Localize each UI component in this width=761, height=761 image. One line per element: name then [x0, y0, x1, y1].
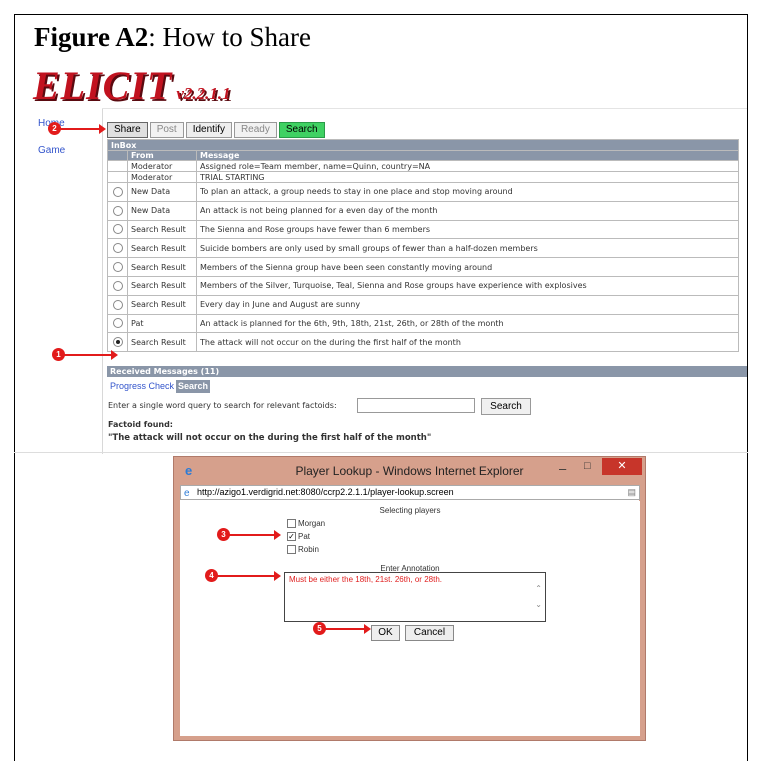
step-arrow-4: [217, 571, 281, 581]
row-radio[interactable]: [112, 243, 123, 254]
minimize-icon[interactable]: –: [559, 461, 566, 476]
row-message: Assigned role=Team member, name=Quinn, c…: [196, 160, 739, 172]
ie-page-icon: e: [184, 488, 190, 499]
content-divider: [102, 108, 103, 454]
address-bar[interactable]: e http://azigo1.verdigrid.net:8080/ccrp2…: [180, 485, 640, 500]
post-tab[interactable]: Post: [149, 122, 184, 138]
row-message: Every day in June and August are sunny: [196, 294, 739, 315]
row-message: The attack will not occur on the during …: [196, 332, 739, 353]
row-radio-selected[interactable]: [112, 337, 123, 348]
row-radio[interactable]: [112, 299, 123, 310]
player-checkbox-checked[interactable]: ✓: [287, 532, 296, 542]
row-from: Search Result: [127, 332, 197, 353]
content-top-divider: [102, 108, 747, 109]
scroll-down-icon[interactable]: ⌄: [535, 600, 542, 609]
row-message: Members of the Silver, Turquoise, Teal, …: [196, 275, 739, 296]
row-message: To plan an attack, a group needs to stay…: [196, 182, 739, 202]
row-from: Moderator: [127, 160, 197, 172]
action-tabs: Share Post Identify Ready Search: [107, 122, 325, 138]
selecting-players-label: Selecting players: [379, 506, 441, 515]
row-radio[interactable]: [112, 205, 123, 216]
sub-tabs: Progress Check Search: [108, 380, 211, 393]
figure-title: Figure A2: How to Share: [34, 22, 311, 52]
search-tab[interactable]: Search: [278, 122, 325, 138]
ok-button[interactable]: OK: [371, 625, 400, 641]
identify-tab[interactable]: Identify: [185, 122, 232, 138]
row-from: Moderator: [127, 171, 197, 183]
row-radio[interactable]: [112, 224, 123, 235]
table-row: New Data An attack is not being planned …: [107, 200, 739, 221]
row-message: TRIAL STARTING: [196, 171, 739, 183]
scroll-up-icon[interactable]: ⌃: [535, 584, 542, 593]
row-message: Suicide bombers are only used by small g…: [196, 238, 739, 259]
row-message: An attack is planned for the 6th, 9th, 1…: [196, 313, 739, 334]
row-from: New Data: [127, 182, 197, 202]
row-from: Search Result: [127, 275, 197, 296]
row-radio[interactable]: [112, 262, 123, 273]
step-arrow-3: [229, 530, 281, 540]
factoid-label: Factoid found:: [108, 420, 174, 429]
radio-column-header: [107, 150, 128, 161]
table-row: Moderator Assigned role=Team member, nam…: [107, 160, 739, 172]
table-row: Search Result Members of the Silver, Tur…: [107, 275, 739, 296]
row-message: An attack is not being planned for a eve…: [196, 200, 739, 221]
step-arrow-1: [64, 350, 118, 360]
close-icon[interactable]: ✕: [602, 458, 642, 475]
window-titlebar[interactable]: e Player Lookup - Windows Internet Explo…: [174, 457, 645, 485]
address-url: http://azigo1.verdigrid.net:8080/ccrp2.2…: [197, 487, 454, 497]
elicit-logo: ELICIT v2.2.1.1: [33, 63, 231, 108]
from-column-header: From: [127, 150, 197, 161]
query-prompt: Enter a single word query to search for …: [108, 401, 337, 410]
message-column-header: Message: [196, 150, 739, 161]
search-subtab[interactable]: Search: [176, 380, 211, 393]
player-option-morgan[interactable]: Morgan: [287, 519, 325, 529]
inbox-table: InBox From Message Moderator Assigned ro…: [107, 139, 739, 353]
player-checkbox[interactable]: [287, 519, 296, 529]
row-from: Search Result: [127, 219, 197, 240]
received-messages-header: Received Messages (11): [107, 366, 747, 377]
row-from: New Data: [127, 200, 197, 221]
player-option-pat[interactable]: ✓ Pat: [287, 532, 310, 542]
row-message: The Sienna and Rose groups have fewer th…: [196, 219, 739, 240]
section-separator: [14, 452, 748, 453]
table-row: Search Result The Sienna and Rose groups…: [107, 219, 739, 240]
inbox-title: InBox: [107, 139, 739, 151]
player-option-robin[interactable]: Robin: [287, 545, 319, 555]
table-row-selected: Search Result The attack will not occur …: [107, 332, 739, 353]
row-radio[interactable]: [112, 186, 123, 197]
factoid-text: "The attack will not occur on the during…: [108, 433, 432, 443]
page-icon: ▤: [627, 487, 636, 497]
row-radio[interactable]: [112, 318, 123, 329]
annotation-textarea[interactable]: Must be either the 18th, 21st. 26th, or …: [284, 572, 546, 622]
row-from: Search Result: [127, 238, 197, 259]
step-arrow-2: [60, 124, 106, 134]
row-from: Pat: [127, 313, 197, 334]
window-title: Player Lookup - Windows Internet Explore…: [295, 464, 524, 478]
row-from: Search Result: [127, 257, 197, 277]
progress-check-tab[interactable]: Progress Check: [108, 380, 176, 393]
table-row: New Data To plan an attack, a group need…: [107, 182, 739, 202]
table-row: Moderator TRIAL STARTING: [107, 171, 739, 183]
query-search-button[interactable]: Search: [481, 398, 531, 415]
row-from: Search Result: [127, 294, 197, 315]
step-arrow-5: [325, 624, 371, 634]
ready-tab[interactable]: Ready: [233, 122, 277, 138]
row-message: Members of the Sienna group have been se…: [196, 257, 739, 277]
cancel-button[interactable]: Cancel: [405, 625, 454, 641]
table-row: Search Result Members of the Sienna grou…: [107, 257, 739, 277]
nav-game-link[interactable]: Game: [38, 145, 65, 156]
window-body: Selecting players Morgan ✓ Pat Robin Ente…: [180, 501, 640, 736]
share-tab[interactable]: Share: [107, 122, 148, 138]
maximize-icon[interactable]: □: [584, 460, 591, 472]
table-row: Pat An attack is planned for the 6th, 9t…: [107, 313, 739, 334]
row-radio[interactable]: [112, 280, 123, 291]
player-checkbox[interactable]: [287, 545, 296, 555]
player-lookup-window: e Player Lookup - Windows Internet Explo…: [173, 456, 646, 741]
query-input[interactable]: [357, 398, 475, 413]
table-row: Search Result Every day in June and Augu…: [107, 294, 739, 315]
table-row: Search Result Suicide bombers are only u…: [107, 238, 739, 259]
